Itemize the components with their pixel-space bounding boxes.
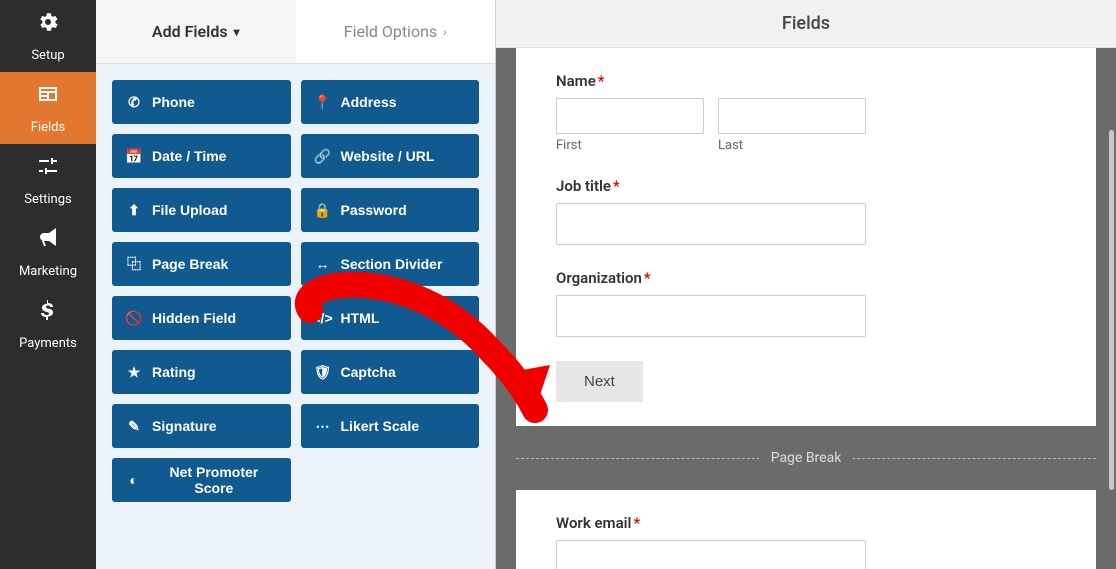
tab-label: Field Options (344, 22, 437, 41)
nav-label: Marketing (19, 264, 77, 279)
builder-tabs: Add Fields ▾ Field Options › (96, 0, 495, 64)
code-icon: </> (315, 310, 331, 326)
work-email-input[interactable] (556, 540, 866, 569)
link-icon: 🔗 (315, 148, 331, 165)
page-break-label: Page Break (759, 450, 854, 466)
gear-icon (36, 10, 60, 44)
upload-icon: ⬆ (126, 202, 142, 219)
field-label: Likert Scale (341, 418, 420, 434)
page-break-icon: ⿻ (126, 254, 142, 274)
last-sublabel: Last (718, 138, 866, 153)
field-label: Job title* (556, 177, 1056, 195)
pin-icon: 📍 (315, 94, 331, 111)
required-indicator: * (613, 177, 620, 195)
field-label: Address (341, 94, 397, 110)
page-break-divider[interactable]: Page Break (516, 426, 1096, 490)
divider-icon: ↔ (315, 256, 331, 272)
field-label: Phone (152, 94, 195, 110)
field-button-likert-scale[interactable]: ⋯ Likert Scale (301, 404, 480, 448)
field-button-net-promoter-score[interactable]: ◐ Net Promoter Score (112, 458, 291, 502)
field-label: Signature (152, 418, 217, 434)
pencil-icon: ✎ (126, 418, 142, 435)
field-label: Captcha (341, 364, 396, 380)
field-label: Password (341, 202, 407, 218)
field-label: Page Break (152, 256, 228, 272)
field-button-address[interactable]: 📍 Address (301, 80, 480, 124)
lock-icon: 🔒 (315, 202, 331, 219)
form-field-name[interactable]: Name* First Last (556, 72, 1056, 153)
organization-input[interactable] (556, 295, 866, 337)
field-label: Hidden Field (152, 310, 236, 326)
sidebar-item-setup[interactable]: Setup (0, 0, 96, 72)
field-button-rating[interactable]: ★ Rating (112, 350, 291, 394)
field-button-hidden-field[interactable]: 🚫 Hidden Field (112, 296, 291, 340)
field-button-section-divider[interactable]: ↔ Section Divider (301, 242, 480, 286)
form-canvas: Name* First Last Job title* (496, 48, 1116, 569)
field-label: File Upload (152, 202, 227, 218)
star-icon: ★ (126, 364, 142, 381)
sidebar-item-settings[interactable]: Settings (0, 144, 96, 216)
nav-label: Fields (31, 120, 65, 135)
field-label: Rating (152, 364, 196, 380)
chevron-right-icon: › (443, 25, 447, 39)
field-label: Website / URL (341, 148, 435, 164)
dots-icon: ⋯ (315, 418, 331, 435)
sliders-icon (36, 154, 60, 188)
last-name-input[interactable] (718, 98, 866, 134)
tab-label: Add Fields (152, 22, 228, 41)
form-field-organization[interactable]: Organization* (556, 269, 1056, 337)
side-navigation: Setup Fields Settings Marketing Payments (0, 0, 96, 569)
field-button-file-upload[interactable]: ⬆ File Upload (112, 188, 291, 232)
field-label: Date / Time (152, 148, 226, 164)
phone-icon: ✆ (126, 94, 142, 111)
form-icon (36, 82, 60, 116)
required-indicator: * (644, 269, 651, 287)
form-field-work-email[interactable]: Work email* (556, 514, 1056, 569)
field-label: Organization* (556, 269, 1056, 287)
sidebar-item-fields[interactable]: Fields (0, 72, 96, 144)
sidebar-item-payments[interactable]: Payments (0, 288, 96, 360)
field-button-date-time[interactable]: 📅 Date / Time (112, 134, 291, 178)
field-button-html[interactable]: </> HTML (301, 296, 480, 340)
eye-off-icon: 🚫 (126, 310, 142, 327)
panel-title: Fields (496, 0, 1116, 48)
field-button-website-url[interactable]: 🔗 Website / URL (301, 134, 480, 178)
field-label: Work email* (556, 514, 1056, 532)
gauge-icon: ◐ (126, 472, 141, 488)
field-label: Section Divider (341, 256, 443, 272)
first-name-input[interactable] (556, 98, 704, 134)
dollar-icon (36, 298, 60, 332)
required-indicator: * (633, 514, 640, 532)
field-label: Name* (556, 72, 1056, 90)
bullhorn-icon (36, 226, 60, 260)
field-label: HTML (341, 310, 380, 326)
field-button-password[interactable]: 🔒 Password (301, 188, 480, 232)
required-indicator: * (598, 72, 605, 90)
form-preview-panel: Fields Name* First Last (496, 0, 1116, 569)
first-sublabel: First (556, 138, 704, 153)
chevron-down-icon: ▾ (234, 25, 240, 39)
next-button[interactable]: Next (556, 361, 643, 402)
calendar-icon: 📅 (126, 148, 142, 165)
field-button-signature[interactable]: ✎ Signature (112, 404, 291, 448)
field-label: Net Promoter Score (151, 464, 276, 496)
tab-add-fields[interactable]: Add Fields ▾ (96, 0, 296, 63)
nav-label: Settings (24, 192, 71, 207)
form-field-job-title[interactable]: Job title* (556, 177, 1056, 245)
nav-label: Setup (31, 48, 64, 63)
shield-icon: 🛡 (315, 364, 331, 381)
scrollbar[interactable] (1109, 130, 1114, 490)
field-button-captcha[interactable]: 🛡 Captcha (301, 350, 480, 394)
field-list: ✆ Phone 📍 Address 📅 Date / Time 🔗 Website / … (96, 64, 495, 518)
tab-field-options[interactable]: Field Options › (296, 0, 496, 63)
job-title-input[interactable] (556, 203, 866, 245)
field-button-page-break[interactable]: ⿻ Page Break (112, 242, 291, 286)
field-button-phone[interactable]: ✆ Phone (112, 80, 291, 124)
sidebar-item-marketing[interactable]: Marketing (0, 216, 96, 288)
field-builder-panel: Add Fields ▾ Field Options › ✆ Phone 📍 Add… (96, 0, 496, 569)
nav-label: Payments (19, 336, 77, 351)
